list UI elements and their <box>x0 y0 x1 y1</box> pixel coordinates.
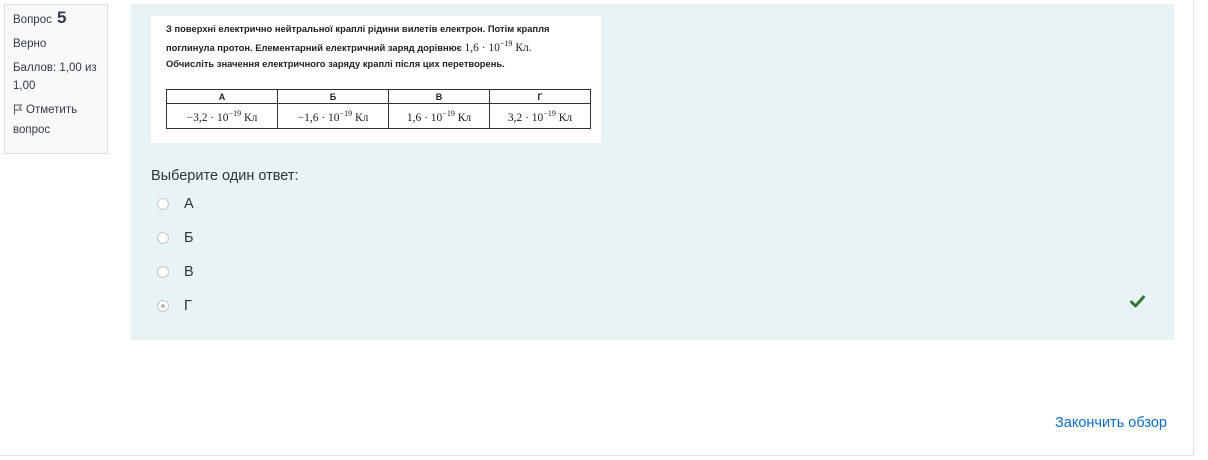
cell-mantissa: 3,2 · 10 <box>507 111 544 124</box>
question-text: З поверхні електрично нейтральної краплі… <box>166 21 596 71</box>
cell-exponent: −19 <box>228 108 242 118</box>
table-cell-g: 3,2 · 10−19 Кл <box>488 103 592 129</box>
table-cell-b: −1,6 · 10−19 Кл <box>277 103 389 129</box>
cell-exponent: −19 <box>339 108 353 118</box>
cell-exponent: −19 <box>442 108 455 118</box>
question-text-line-1: З поверхні електрично нейтральної краплі… <box>166 23 550 34</box>
table-header-row: А Б В Г <box>166 89 592 104</box>
question-image: З поверхні електрично нейтральної краплі… <box>151 16 601 143</box>
question-content: З поверхні електрично нейтральної краплі… <box>131 4 1174 340</box>
question-info-panel: Вопрос 5 Верно Баллов: 1,00 из 1,00 Отме… <box>4 4 108 154</box>
question-grade: Баллов: 1,00 из 1,00 <box>13 59 99 95</box>
question-text-line-3: Обчисліть значення електричного заряду к… <box>166 57 505 69</box>
flag-question-link[interactable]: Отметить вопрос <box>13 101 99 139</box>
table-header-a: А <box>166 89 278 104</box>
cell-unit: Кл <box>457 111 472 124</box>
radio-button-g[interactable] <box>157 300 169 312</box>
charge-unit: Кл. <box>515 41 532 54</box>
table-header-v: В <box>388 89 490 104</box>
table-row: −3,2 · 10−19 Кл −1,6 · 10−19 Кл 1,6 · 10… <box>166 103 592 129</box>
question-number-row: Вопрос 5 <box>13 9 99 29</box>
answer-option-v[interactable]: В <box>157 262 194 282</box>
answer-label-a: А <box>184 196 194 212</box>
flag-label-line-1: Отметить <box>26 104 78 116</box>
answer-option-a[interactable]: А <box>157 194 194 214</box>
cell-unit: Кл <box>243 111 258 124</box>
table-header-b: Б <box>277 89 389 104</box>
answer-option-b[interactable]: Б <box>157 228 194 248</box>
correct-check-icon <box>1130 295 1145 313</box>
table-header-g: Г <box>488 89 592 104</box>
radio-button-b[interactable] <box>157 232 169 244</box>
question-text-line-2-prefix: поглинула протон. Елементарний електричн… <box>166 41 462 53</box>
cell-mantissa: 1,6 · 10 <box>406 111 443 124</box>
answer-prompt: Выберите один ответ: <box>151 168 299 184</box>
question-state: Верно <box>13 38 47 50</box>
cell-unit: Кл <box>558 111 573 124</box>
answer-label-v: В <box>184 264 194 280</box>
question-label: Вопрос <box>13 14 52 26</box>
answer-label-g: Г <box>184 298 192 314</box>
grade-line-2: 1,00 <box>13 80 36 92</box>
charge-mantissa: 1,6 · 10 <box>464 41 500 54</box>
cell-mantissa: −1,6 · 10 <box>297 111 340 124</box>
flag-icon <box>13 103 23 121</box>
radio-button-a[interactable] <box>157 198 169 210</box>
grade-line-1: Баллов: 1,00 из <box>13 62 97 74</box>
table-cell-a: −3,2 · 10−19 Кл <box>166 103 278 129</box>
cell-mantissa: −3,2 · 10 <box>186 111 229 124</box>
flag-label-line-2: вопрос <box>13 124 51 136</box>
table-cell-v: 1,6 · 10−19 Кл <box>388 103 490 129</box>
answer-label-b: Б <box>184 230 194 246</box>
cell-exponent: −19 <box>543 108 556 118</box>
cell-unit: Кл <box>354 111 369 124</box>
question-text-line-2: поглинула протон. Елементарний електричн… <box>166 36 596 56</box>
answer-options-table: А Б В Г −3,2 · 10−19 Кл −1,6 · 10−19 Кл … <box>166 89 592 129</box>
question-number: 5 <box>57 8 67 27</box>
finish-review-link[interactable]: Закончить обзор <box>1055 415 1167 431</box>
answer-option-g[interactable]: Г <box>157 296 192 316</box>
radio-button-v[interactable] <box>157 266 169 278</box>
charge-exponent: −19 <box>499 39 513 48</box>
elementary-charge-value: 1,6 · 10−19 Кл. <box>464 39 532 54</box>
